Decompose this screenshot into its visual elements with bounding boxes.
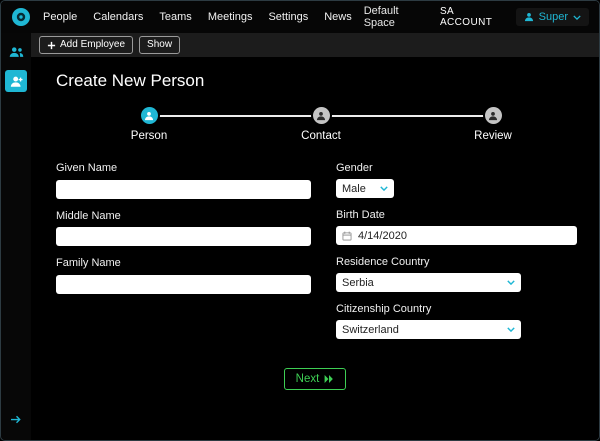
citizenship-country-field: Citizenship Country Switzerland: [336, 303, 577, 339]
form-actions: Next: [56, 368, 574, 390]
default-space-selector[interactable]: Default Space: [364, 5, 424, 29]
step-contact-icon: [312, 107, 330, 124]
top-navbar: People Calendars Teams Meetings Settings…: [1, 1, 599, 33]
step-contact-label: Contact: [301, 130, 341, 142]
next-label: Next: [295, 373, 320, 385]
form-column-right: Gender Male Birth Date 4/14/2020 Residen…: [336, 162, 577, 350]
gender-value: Male: [342, 182, 366, 195]
main-nav: People Calendars Teams Meetings Settings…: [43, 11, 352, 23]
sidebar-item-people-icon[interactable]: [5, 41, 27, 63]
middle-name-label: Middle Name: [56, 209, 121, 222]
step-review-label: Review: [474, 130, 512, 142]
form-column-left: Given Name Middle Name Family Name: [56, 162, 311, 350]
given-name-input[interactable]: [56, 179, 311, 199]
account-label[interactable]: SA ACCOUNT: [440, 6, 500, 28]
double-chevron-right-icon: [324, 375, 334, 383]
user-icon: [524, 12, 534, 22]
create-person-form: Given Name Middle Name Family Name Gende…: [56, 162, 577, 350]
nav-item-people[interactable]: People: [43, 11, 77, 23]
show-button[interactable]: Show: [139, 36, 181, 54]
step-person-label: Person: [130, 130, 168, 142]
stepper: Person Contact Review: [56, 107, 574, 142]
chevron-down-icon: [380, 186, 388, 191]
nav-item-news[interactable]: News: [324, 11, 352, 23]
step-review[interactable]: Review: [458, 107, 528, 142]
main-area: Add Employee Show Create New Person Pers…: [31, 33, 599, 440]
nav-item-teams[interactable]: Teams: [159, 11, 191, 23]
nav-item-settings[interactable]: Settings: [268, 11, 308, 23]
page-title: Create New Person: [56, 71, 205, 90]
citizenship-country-value: Switzerland: [342, 323, 399, 336]
content: Create New Person Person Contact Review …: [31, 57, 599, 440]
citizenship-country-select[interactable]: Switzerland: [336, 320, 521, 339]
step-contact[interactable]: Contact: [286, 107, 356, 142]
residence-country-value: Serbia: [342, 276, 374, 289]
residence-country-select[interactable]: Serbia: [336, 273, 521, 292]
birth-date-input[interactable]: 4/14/2020: [336, 226, 577, 245]
step-person-icon: [140, 107, 158, 124]
gender-label: Gender: [336, 162, 373, 174]
sidebar-collapse-icon[interactable]: [5, 408, 27, 430]
add-employee-button[interactable]: Add Employee: [39, 36, 134, 54]
add-employee-label: Add Employee: [60, 39, 126, 50]
birth-date-value: 4/14/2020: [358, 229, 407, 242]
residence-country-field: Residence Country Serbia: [336, 256, 577, 292]
birth-date-field: Birth Date 4/14/2020: [336, 209, 577, 245]
body-row: Add Employee Show Create New Person Pers…: [1, 33, 599, 440]
step-review-icon: [484, 107, 502, 124]
user-menu[interactable]: Super: [515, 8, 589, 26]
family-name-input[interactable]: [56, 274, 311, 294]
app-window: People Calendars Teams Meetings Settings…: [0, 0, 600, 441]
gender-select[interactable]: Male: [336, 179, 394, 198]
navbar-right: Default Space SA ACCOUNT Super: [364, 5, 589, 29]
user-name: Super: [538, 11, 568, 23]
toolbar: Add Employee Show: [31, 33, 599, 57]
birth-date-label: Birth Date: [336, 209, 385, 221]
chevron-down-icon: [573, 14, 581, 20]
show-label: Show: [147, 39, 173, 50]
next-button[interactable]: Next: [283, 368, 347, 390]
plus-icon: [47, 41, 56, 50]
gender-field: Gender Male: [336, 162, 577, 198]
sidebar: [1, 33, 31, 440]
sidebar-item-create-person-icon[interactable]: [5, 70, 27, 92]
residence-country-label: Residence Country: [336, 256, 430, 268]
chevron-down-icon: [507, 327, 515, 332]
nav-item-meetings[interactable]: Meetings: [208, 11, 253, 23]
app-logo-icon[interactable]: [11, 7, 31, 27]
citizenship-country-label: Citizenship Country: [336, 303, 432, 315]
given-name-label: Given Name: [56, 162, 118, 174]
given-name-field: Given Name: [56, 162, 311, 199]
middle-name-field: Middle Name: [56, 209, 311, 246]
chevron-down-icon: [507, 280, 515, 285]
step-person[interactable]: Person: [114, 107, 184, 142]
calendar-icon: [342, 231, 352, 241]
family-name-label: Family Name: [56, 257, 121, 269]
middle-name-input[interactable]: [56, 227, 311, 246]
nav-item-calendars[interactable]: Calendars: [93, 11, 143, 23]
family-name-field: Family Name: [56, 257, 311, 294]
